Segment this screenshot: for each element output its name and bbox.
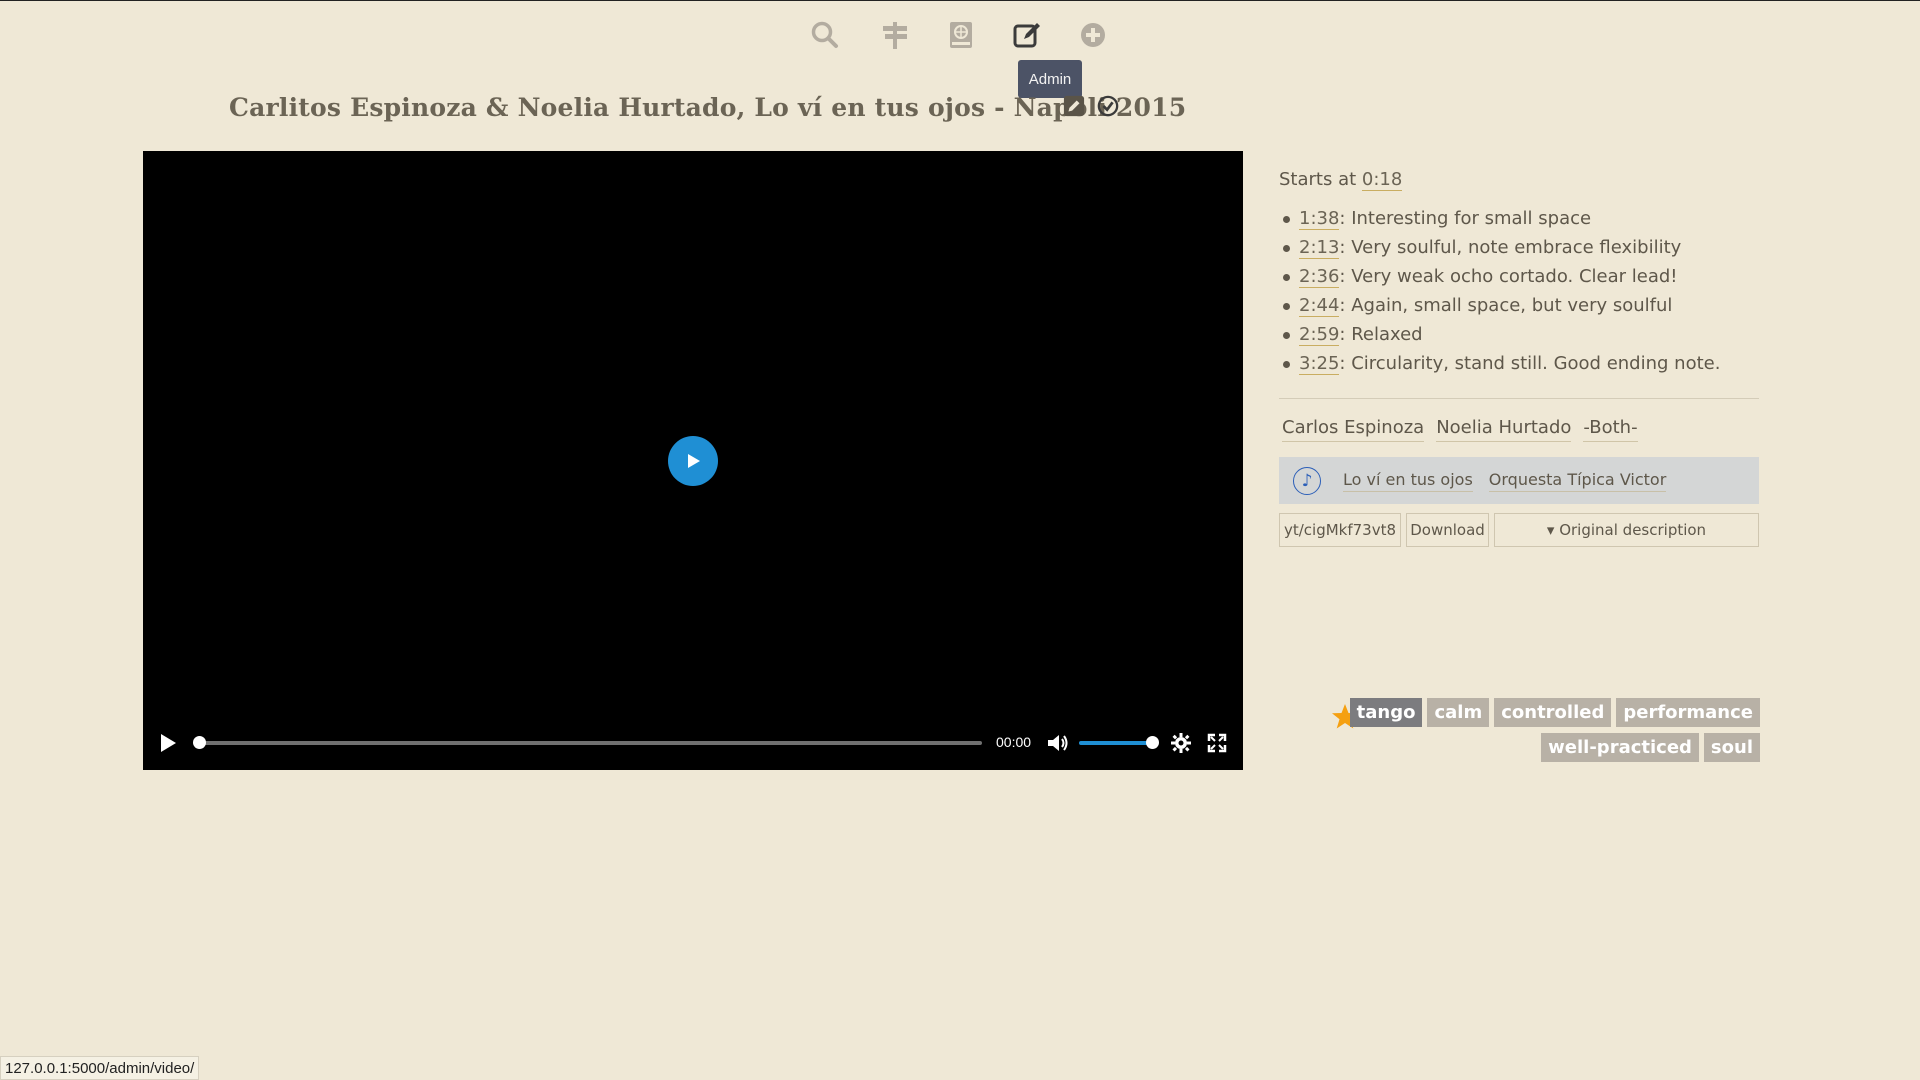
list-item: 2:13: Very soulful, note embrace flexibi…: [1279, 233, 1759, 262]
song-link[interactable]: Lo ví en tus ojos: [1343, 470, 1473, 492]
top-nav: [805, 15, 1125, 55]
settings-gear-icon[interactable]: [1170, 732, 1192, 754]
fullscreen-icon[interactable]: [1206, 732, 1228, 754]
side-panel: Starts at 0:18 1:38: Interesting for sma…: [1279, 151, 1759, 547]
list-item: 2:36: Very weak ocho cortado. Clear lead…: [1279, 262, 1759, 291]
progress-bar[interactable]: [193, 736, 982, 749]
book-globe-icon[interactable]: [941, 15, 981, 55]
timestamp-link[interactable]: 1:38: [1299, 208, 1340, 230]
timestamp-link[interactable]: 2:44: [1299, 295, 1340, 317]
note-text: : Interesting for small space: [1339, 208, 1592, 229]
time-display: 00:00: [996, 734, 1032, 750]
youtube-id-button[interactable]: yt/cigMkf73vt8: [1279, 513, 1401, 547]
play-icon: [688, 454, 700, 468]
list-item: 3:25: Circularity, stand still. Good end…: [1279, 349, 1759, 378]
original-description-toggle[interactable]: ▾ Original description: [1494, 513, 1759, 547]
starts-label: Starts at: [1279, 169, 1362, 190]
search-icon[interactable]: [805, 15, 845, 55]
video-player[interactable]: 00:00: [143, 151, 1243, 770]
download-button[interactable]: Download: [1406, 513, 1489, 547]
timestamp-link[interactable]: 2:36: [1299, 266, 1340, 288]
play-icon: [161, 734, 176, 752]
note-text: : Relaxed: [1339, 324, 1423, 345]
timestamp-notes: 1:38: Interesting for small space 2:13: …: [1279, 204, 1759, 378]
list-item: 2:59: Relaxed: [1279, 320, 1759, 349]
plus-circle-icon[interactable]: [1073, 15, 1113, 55]
title-actions: [1062, 94, 1120, 118]
tags-row-2: well-practiced soul: [1541, 733, 1760, 762]
source-buttons: yt/cigMkf73vt8 Download ▾ Original descr…: [1279, 513, 1759, 547]
list-item: 1:38: Interesting for small space: [1279, 204, 1759, 233]
tag-controlled[interactable]: controlled: [1494, 698, 1612, 727]
orchestra-link[interactable]: Orquesta Típica Victor: [1488, 470, 1667, 492]
tags-row-1: tango calm controlled performance: [1349, 698, 1760, 727]
tag-calm[interactable]: calm: [1427, 698, 1490, 727]
edit-icon[interactable]: [1007, 15, 1047, 55]
pencil-icon[interactable]: [1062, 94, 1086, 118]
big-play-button[interactable]: [668, 436, 718, 486]
dancers: Carlos Espinoza Noelia Hurtado -Both-: [1279, 417, 1759, 442]
status-bar-url: 127.0.0.1:5000/admin/video/: [0, 1056, 200, 1080]
music-note-icon: ♪: [1293, 466, 1321, 495]
tag-performance[interactable]: performance: [1616, 698, 1760, 727]
note-text: : Circularity, stand still. Good ending …: [1339, 353, 1721, 374]
page-title: Carlitos Espinoza & Noelia Hurtado, Lo v…: [229, 92, 1187, 122]
timestamp-link[interactable]: 2:13: [1299, 237, 1340, 259]
tag-tango[interactable]: tango: [1349, 698, 1423, 727]
list-item: 2:44: Again, small space, but very soulf…: [1279, 291, 1759, 320]
video-controls: 00:00: [143, 718, 1243, 770]
volume-knob[interactable]: [1146, 736, 1159, 749]
timestamp-link[interactable]: 2:59: [1299, 324, 1340, 346]
note-text: : Again, small space, but very soulful: [1339, 295, 1673, 316]
divider: [1279, 398, 1759, 399]
progress-knob[interactable]: [193, 736, 206, 749]
volume-slider[interactable]: [1079, 736, 1159, 749]
music-info: ♪ Lo ví en tus ojos Orquesta Típica Vict…: [1279, 457, 1759, 504]
starts-at: Starts at 0:18: [1279, 169, 1759, 191]
title-row: Carlitos Espinoza & Noelia Hurtado, Lo v…: [229, 87, 1186, 127]
signpost-icon[interactable]: [875, 15, 915, 55]
tag-soul[interactable]: soul: [1703, 733, 1760, 762]
dancer-link-leader[interactable]: Carlos Espinoza: [1282, 417, 1425, 442]
note-text: : Very soulful, note embrace flexibility: [1339, 237, 1682, 258]
dancer-link-follower[interactable]: Noelia Hurtado: [1436, 417, 1572, 442]
tag-well-practiced[interactable]: well-practiced: [1541, 733, 1699, 762]
starts-time-link[interactable]: 0:18: [1361, 169, 1403, 191]
volume-icon[interactable]: [1046, 732, 1070, 754]
play-button[interactable]: [157, 732, 179, 754]
dancer-link-both[interactable]: -Both-: [1583, 417, 1638, 442]
timestamp-link[interactable]: 3:25: [1299, 353, 1340, 375]
check-circle-icon[interactable]: [1096, 94, 1120, 118]
note-text: : Very weak ocho cortado. Clear lead!: [1339, 266, 1678, 287]
